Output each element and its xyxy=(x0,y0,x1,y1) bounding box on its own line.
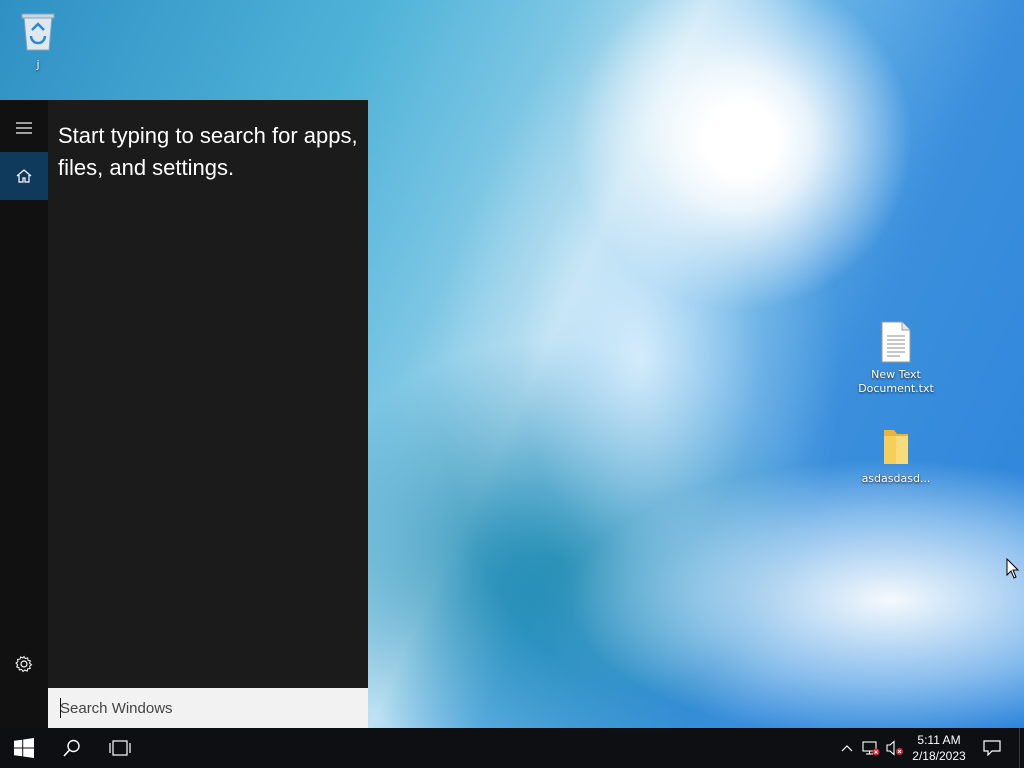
action-center-button[interactable] xyxy=(976,728,1008,768)
search-box[interactable] xyxy=(48,688,368,728)
volume-tray-button[interactable] xyxy=(884,728,906,768)
taskbar: 5:11 AM 2/18/2023 xyxy=(0,728,1024,768)
chevron-up-icon xyxy=(841,745,853,752)
show-hidden-icons-button[interactable] xyxy=(838,728,856,768)
recycle-bin-icon xyxy=(21,13,55,51)
desktop-icon-label: asdasdasd... xyxy=(861,472,931,485)
start-button[interactable] xyxy=(0,728,48,768)
start-left-rail xyxy=(0,100,48,728)
folder-icon xyxy=(884,430,908,464)
volume-muted-icon xyxy=(886,740,904,756)
desktop-icon-folder[interactable]: asdasdasd... xyxy=(856,424,936,486)
windows-logo-icon xyxy=(14,738,34,758)
taskbar-search-button[interactable] xyxy=(48,728,96,768)
show-desktop-button[interactable] xyxy=(1019,728,1024,768)
home-button[interactable] xyxy=(0,152,48,200)
start-search-panel: Start typing to search for apps, files, … xyxy=(0,100,368,728)
search-icon xyxy=(63,739,80,757)
task-view-icon xyxy=(109,740,131,756)
task-view-button[interactable] xyxy=(96,728,144,768)
clock-date: 2/18/2023 xyxy=(912,749,966,763)
action-center-icon xyxy=(983,740,1001,756)
clock-time: 5:11 AM xyxy=(917,733,961,747)
expand-menu-button[interactable] xyxy=(0,104,48,152)
home-icon xyxy=(16,169,32,183)
taskbar-clock[interactable]: 5:11 AM 2/18/2023 xyxy=(906,730,972,766)
network-error-icon xyxy=(862,741,880,756)
network-tray-button[interactable] xyxy=(860,728,882,768)
gear-icon xyxy=(15,655,33,673)
search-input[interactable] xyxy=(60,699,356,717)
text-document-icon xyxy=(881,321,911,363)
desktop-icon-label: j xyxy=(36,58,40,71)
text-caret xyxy=(60,698,61,718)
mouse-cursor-icon xyxy=(1006,558,1020,579)
desktop-icon-text-document[interactable]: New Text Document.txt xyxy=(856,320,936,396)
settings-button[interactable] xyxy=(0,640,48,688)
desktop-icon-recycle-bin[interactable]: j xyxy=(0,8,76,72)
desktop-icon-label: New Text Document.txt xyxy=(858,368,934,395)
search-prompt-text: Start typing to search for apps, files, … xyxy=(58,123,358,180)
hamburger-icon xyxy=(16,122,32,134)
